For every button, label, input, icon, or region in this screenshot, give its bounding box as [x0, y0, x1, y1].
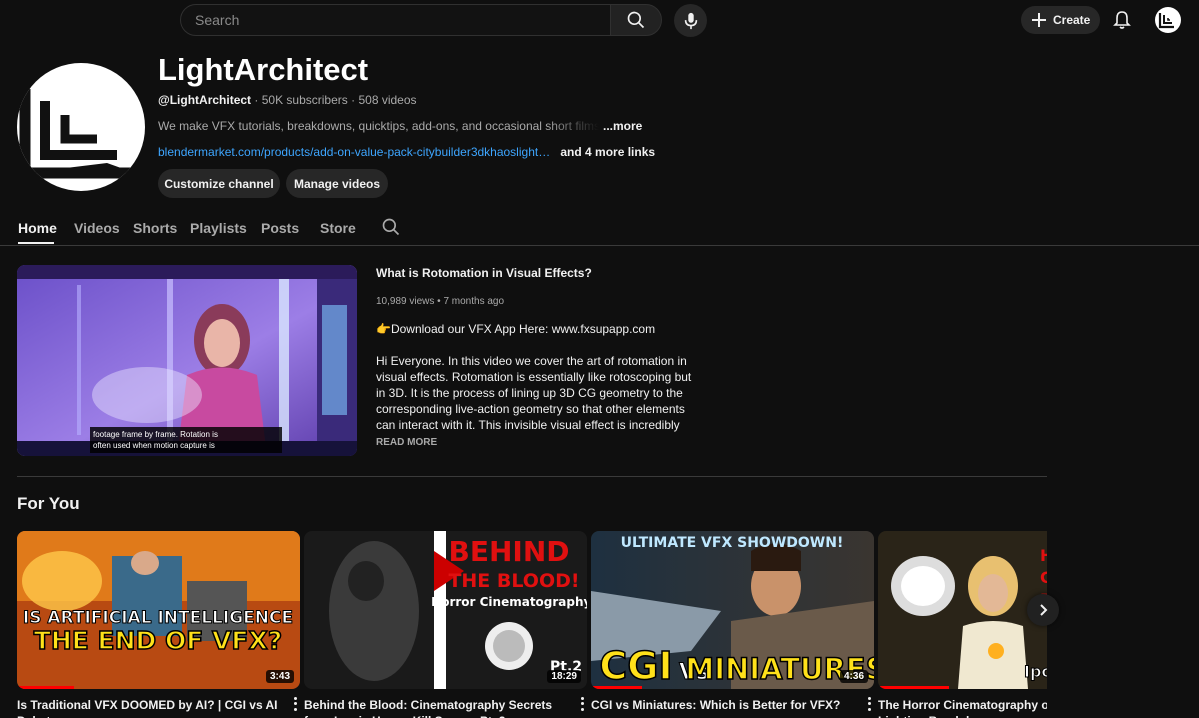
more-links-link[interactable]: and 4 more links	[560, 145, 655, 159]
search-icon	[627, 11, 645, 29]
section-divider	[17, 476, 1047, 477]
customize-channel-button[interactable]: Customize channel	[158, 169, 280, 198]
video-count: 508 videos	[358, 93, 417, 107]
featured-video-thumbnail[interactable]: footage frame by frame. Rotation is ofte…	[17, 265, 357, 456]
tab-videos[interactable]: Videos	[74, 220, 120, 236]
create-label: Create	[1053, 13, 1091, 27]
video-card[interactable]: ULTIMATE VFX SHOWDOWN! CGI Vs MINIATURES…	[591, 531, 874, 718]
tab-playlists[interactable]: Playlists	[190, 220, 247, 236]
featured-video-description: Hi Everyone. In this video we cover the …	[376, 354, 692, 432]
featured-video-meta: 10,989 views • 7 months ago	[376, 296, 505, 307]
watch-progress-bar	[17, 686, 74, 689]
video-duration: 3:43	[265, 670, 294, 683]
more-options-icon[interactable]	[577, 696, 587, 712]
svg-text:Ipos: Ipos	[1024, 662, 1047, 681]
subscriber-count: 50K subscribers	[261, 93, 348, 107]
channel-logo-icon	[1158, 13, 1174, 29]
for-you-shelf: IS ARTIFICIAL INTELLIGENCE THE END OF VF…	[17, 531, 1047, 718]
tab-posts[interactable]: Posts	[261, 220, 299, 236]
search-box[interactable]	[180, 4, 611, 36]
featured-promo-line: 👉Download our VFX App Here: www.fxsupapp…	[376, 322, 656, 336]
video-duration: 18:29	[547, 670, 581, 683]
svg-text:Ho: Ho	[1040, 546, 1047, 565]
more-options-icon[interactable]	[864, 696, 874, 712]
svg-text:THE END OF VFX?: THE END OF VFX?	[34, 626, 282, 655]
featured-video-title[interactable]: What is Rotomation in Visual Effects?	[376, 266, 592, 280]
video-thumbnail[interactable]: Ho Ci R Ipos	[878, 531, 1047, 689]
more-options-icon[interactable]	[290, 696, 300, 712]
svg-text:IS ARTIFICIAL INTELLIGENCE: IS ARTIFICIAL INTELLIGENCE	[23, 608, 293, 628]
channel-logo-icon	[19, 89, 135, 179]
watch-progress-bar	[878, 686, 949, 689]
svg-text:THE BLOOD!: THE BLOOD!	[448, 570, 579, 592]
view-count: 10,989 views	[376, 296, 435, 307]
thumbnail-image: Ho Ci R Ipos	[878, 531, 1047, 689]
video-thumbnail[interactable]: BEHIND THE BLOOD! Horror Cinematography!…	[304, 531, 587, 689]
create-button[interactable]: Create	[1021, 6, 1100, 34]
channel-links: blendermarket.com/products/add-on-value-…	[158, 145, 655, 159]
channel-name: LightArchitect	[158, 52, 369, 87]
channel-description[interactable]: We make VFX tutorials, breakdowns, quick…	[158, 119, 642, 133]
tab-store[interactable]: Store	[320, 220, 356, 236]
bell-icon	[1113, 11, 1131, 29]
video-thumbnail[interactable]: IS ARTIFICIAL INTELLIGENCE THE END OF VF…	[17, 531, 300, 689]
channel-link[interactable]: blendermarket.com/products/add-on-value-…	[158, 145, 553, 159]
video-title[interactable]: The Horror Cinematography of Iposs Two D…	[878, 697, 1047, 718]
upload-age: 7 months ago	[443, 296, 505, 307]
svg-text:CGI: CGI	[599, 644, 672, 688]
microphone-icon	[684, 12, 697, 29]
video-title[interactable]: Is Traditional VFX DOOMED by AI? | CGI v…	[17, 697, 287, 718]
video-card[interactable]: BEHIND THE BLOOD! Horror Cinematography!…	[304, 531, 587, 718]
thumbnail-image: ULTIMATE VFX SHOWDOWN! CGI Vs MINIATURES	[591, 531, 874, 689]
video-card[interactable]: IS ARTIFICIAL INTELLIGENCE THE END OF VF…	[17, 531, 300, 718]
video-caption: footage frame by frame. Rotation is ofte…	[90, 427, 282, 453]
video-title[interactable]: CGI vs Miniatures: Which is Better for V…	[591, 697, 861, 718]
svg-text:BEHIND: BEHIND	[449, 535, 570, 568]
thumbnail-image: IS ARTIFICIAL INTELLIGENCE THE END OF VF…	[17, 531, 300, 689]
video-title[interactable]: Behind the Blood: Cinematography Secrets…	[304, 697, 574, 718]
video-thumbnail[interactable]: ULTIMATE VFX SHOWDOWN! CGI Vs MINIATURES…	[591, 531, 874, 689]
chevron-right-icon	[1040, 604, 1048, 616]
voice-search-button[interactable]	[674, 4, 707, 37]
tab-shorts[interactable]: Shorts	[133, 220, 177, 236]
channel-tabs: Home Videos Shorts Playlists Posts Store	[0, 208, 1199, 246]
channel-avatar	[17, 63, 145, 191]
plus-icon	[1032, 13, 1046, 27]
active-tab-indicator	[18, 242, 54, 244]
svg-text:Horror Cinematography!: Horror Cinematography!	[431, 595, 587, 609]
watch-progress-bar	[591, 686, 642, 689]
svg-text:Ci: Ci	[1040, 568, 1047, 587]
shelf-next-button[interactable]	[1027, 594, 1059, 626]
search-icon[interactable]	[381, 217, 401, 237]
manage-videos-button[interactable]: Manage videos	[286, 169, 388, 198]
section-title: For You	[17, 494, 80, 513]
video-card[interactable]: Ho Ci R Ipos The Horror Cinematography o…	[878, 531, 1047, 718]
notifications-button[interactable]	[1111, 8, 1133, 32]
search-input[interactable]	[195, 12, 596, 28]
thumbnail-image: BEHIND THE BLOOD! Horror Cinematography!…	[304, 531, 587, 689]
channel-meta: @LightArchitect · 50K subscribers · 508 …	[158, 93, 417, 107]
tab-home[interactable]: Home	[18, 220, 57, 236]
video-duration: 4:36	[839, 670, 868, 683]
channel-handle: @LightArchitect	[158, 93, 252, 107]
more-link[interactable]: ...more	[603, 119, 642, 133]
read-more-link[interactable]: READ MORE	[376, 437, 437, 448]
description-text: We make VFX tutorials, breakdowns, quick…	[158, 119, 599, 133]
svg-text:ULTIMATE VFX SHOWDOWN!: ULTIMATE VFX SHOWDOWN!	[621, 535, 844, 551]
account-avatar[interactable]	[1155, 7, 1181, 33]
search-button[interactable]	[610, 4, 662, 36]
